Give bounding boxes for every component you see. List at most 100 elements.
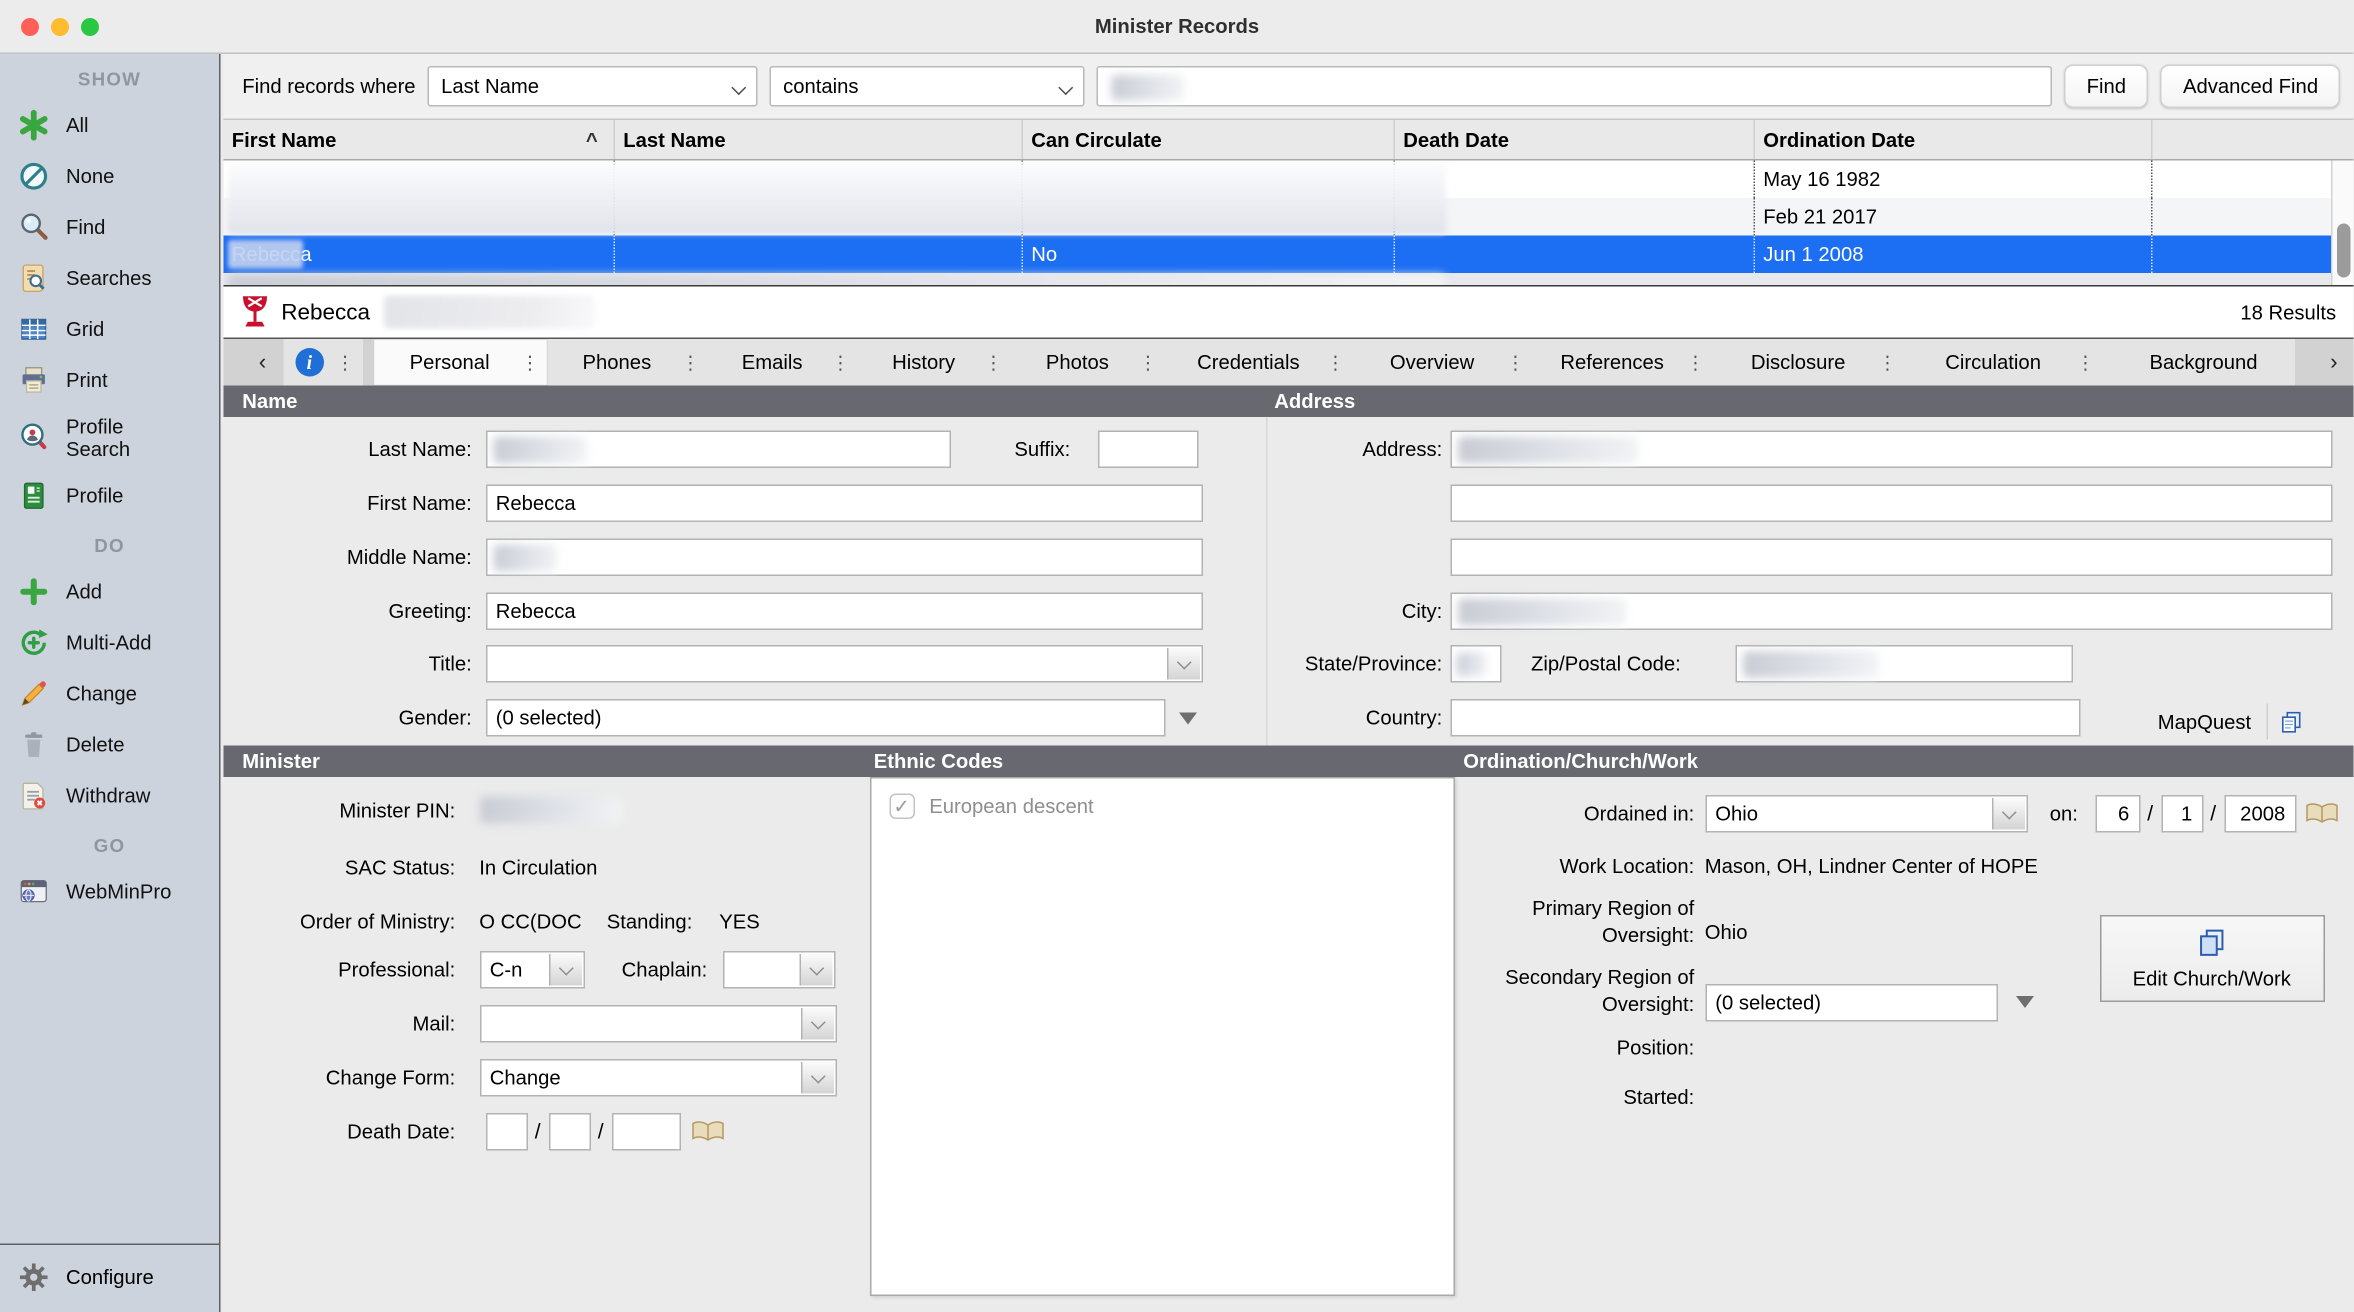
calendar-book-icon[interactable] xyxy=(691,1121,724,1144)
ordination-month-field[interactable] xyxy=(2095,795,2140,833)
tab-disclosure[interactable]: Disclosure⋮ xyxy=(1712,339,1904,386)
gender-select[interactable]: (0 selected) xyxy=(485,699,1165,737)
column-header-can-circulate[interactable]: Can Circulate xyxy=(1022,120,1394,159)
sidebar-item-configure[interactable]: Configure xyxy=(0,1243,219,1312)
tab-bar: ‹ i ⋮ Personal⋮ Phones⋮ Emails⋮ History⋮… xyxy=(223,339,2354,386)
section-header-row-2: Minister Ethnic Codes Ordination/Church/… xyxy=(223,746,2354,778)
scrollbar-thumb[interactable] xyxy=(2337,224,2351,278)
tab-overview[interactable]: Overview⋮ xyxy=(1352,339,1532,386)
title-select[interactable] xyxy=(485,645,1202,683)
city-field[interactable] xyxy=(1450,593,2332,631)
sidebar-item-webminpro[interactable]: WebMinPro xyxy=(0,866,219,917)
checkbox-checked-icon[interactable]: ✓ xyxy=(889,794,915,820)
professional-select[interactable]: C-n xyxy=(479,951,584,989)
table-scrollbar[interactable] xyxy=(2332,161,2354,286)
sidebar-item-multi-add[interactable]: Multi-Add xyxy=(0,617,219,668)
find-button[interactable]: Find xyxy=(2064,65,2148,109)
find-field-select[interactable]: Last Name xyxy=(428,66,758,107)
sidebar-item-grid[interactable]: Grid xyxy=(0,303,219,354)
find-operator-select[interactable]: contains xyxy=(770,66,1085,107)
tab-history[interactable]: History⋮ xyxy=(857,339,1010,386)
tab-personal[interactable]: Personal⋮ xyxy=(373,339,547,386)
mapquest-button[interactable]: MapQuest xyxy=(2158,704,2302,740)
web-browser-icon xyxy=(18,875,50,907)
country-field[interactable] xyxy=(1450,699,2080,737)
tab-emails[interactable]: Emails⋮ xyxy=(707,339,857,386)
last-name-field[interactable] xyxy=(485,431,950,469)
first-name-field[interactable] xyxy=(485,485,1202,523)
sidebar-item-delete[interactable]: Delete xyxy=(0,719,219,770)
death-date-month-field[interactable] xyxy=(485,1113,527,1151)
printer-icon xyxy=(18,364,50,396)
find-bar: Find records where Last Name contains Fi… xyxy=(223,54,2354,120)
first-name-label: First Name: xyxy=(223,485,472,523)
sidebar-item-none[interactable]: None xyxy=(0,150,219,201)
address-line2-field[interactable] xyxy=(1450,485,2332,523)
secondary-region-select[interactable]: (0 selected) xyxy=(1705,984,1998,1022)
column-header-death-date[interactable]: Death Date xyxy=(1394,120,1754,159)
ordination-day-field[interactable] xyxy=(2161,795,2203,833)
sidebar-item-searches[interactable]: Searches xyxy=(0,252,219,303)
sidebar-item-all[interactable]: All xyxy=(0,99,219,150)
primary-region-value: Ohio xyxy=(1705,914,1748,952)
tabs-scroll-right-button[interactable]: › xyxy=(2314,339,2354,386)
sidebar-item-find[interactable]: Find xyxy=(0,201,219,252)
address-line3-field[interactable] xyxy=(1450,539,2332,577)
find-search-input[interactable] xyxy=(1097,66,2053,107)
ethnic-codes-listbox[interactable]: ✓ European descent xyxy=(869,777,1454,1296)
tab-background[interactable]: Background xyxy=(2102,339,2294,386)
slash-circle-icon xyxy=(18,160,50,192)
tab-references[interactable]: References⋮ xyxy=(1532,339,1712,386)
section-header-row-1: Name Address xyxy=(223,386,2354,418)
sidebar-item-add[interactable]: Add xyxy=(0,566,219,617)
address-line1-field[interactable] xyxy=(1450,431,2332,469)
asterisk-icon xyxy=(18,109,50,141)
ordination-year-field[interactable] xyxy=(2224,795,2296,833)
state-province-field[interactable] xyxy=(1450,645,1501,683)
tab-phones[interactable]: Phones⋮ xyxy=(547,339,708,386)
dropdown-arrow-icon[interactable] xyxy=(548,954,581,986)
dropdown-triangle-icon[interactable] xyxy=(2015,996,2033,1008)
tab-photos[interactable]: Photos⋮ xyxy=(1010,339,1165,386)
mail-select[interactable] xyxy=(479,1005,836,1043)
death-date-day-field[interactable] xyxy=(548,1113,590,1151)
minister-section-title: Minister xyxy=(223,750,865,773)
death-date-year-field[interactable] xyxy=(611,1113,680,1151)
advanced-find-button[interactable]: Advanced Find xyxy=(2160,65,2340,109)
tab-circulation[interactable]: Circulation⋮ xyxy=(1904,339,2102,386)
dropdown-arrow-icon[interactable] xyxy=(800,1062,833,1094)
middle-name-field[interactable] xyxy=(485,539,1202,577)
position-label: Position: xyxy=(1462,1029,1695,1067)
redacted-search-text xyxy=(1112,74,1184,100)
sidebar-item-withdraw[interactable]: Withdraw xyxy=(0,770,219,821)
dropdown-arrow-icon[interactable] xyxy=(1991,798,2024,830)
results-count: 18 Results xyxy=(2240,301,2336,324)
ethnic-code-item[interactable]: ✓ European descent xyxy=(871,779,1453,820)
chaplain-select[interactable] xyxy=(722,951,835,989)
tab-credentials[interactable]: Credentials⋮ xyxy=(1165,339,1353,386)
table-row-selected[interactable]: Rebecca No Jun 1 2008 xyxy=(223,236,2332,274)
column-header-first-name[interactable]: First Name ^ xyxy=(223,120,615,159)
dropdown-arrow-icon[interactable] xyxy=(799,954,832,986)
sidebar-item-profile-search[interactable]: Profile Search xyxy=(0,405,219,470)
secondary-region-label: Secondary Region of Oversight: xyxy=(1462,965,1695,1019)
tab-separator-dots: ⋮ xyxy=(336,351,355,374)
edit-church-work-button[interactable]: Edit Church/Work xyxy=(2099,915,2324,1002)
greeting-field[interactable] xyxy=(485,593,1202,631)
zip-postal-code-field[interactable] xyxy=(1735,645,2073,683)
table-row-partial[interactable] xyxy=(223,273,2332,285)
dropdown-arrow-icon[interactable] xyxy=(800,1008,833,1040)
copy-pages-icon[interactable] xyxy=(2266,704,2302,740)
calendar-book-icon[interactable] xyxy=(2305,803,2338,826)
order-of-ministry-label: Order of Ministry: xyxy=(223,903,456,941)
tabs-scroll-left-button[interactable]: ‹ xyxy=(242,339,283,386)
redacted-minister-pin xyxy=(479,797,622,824)
change-form-select[interactable]: Change xyxy=(479,1059,836,1097)
tab-info[interactable]: i ⋮ xyxy=(283,339,363,386)
sidebar-item-change[interactable]: Change xyxy=(0,668,219,719)
column-header-ordination-date[interactable]: Ordination Date xyxy=(1754,120,2152,159)
sidebar-item-print[interactable]: Print xyxy=(0,354,219,405)
sidebar-item-profile[interactable]: Profile xyxy=(0,470,219,521)
column-header-last-name[interactable]: Last Name xyxy=(614,120,1022,159)
ordained-in-select[interactable]: Ohio xyxy=(1705,795,2028,833)
